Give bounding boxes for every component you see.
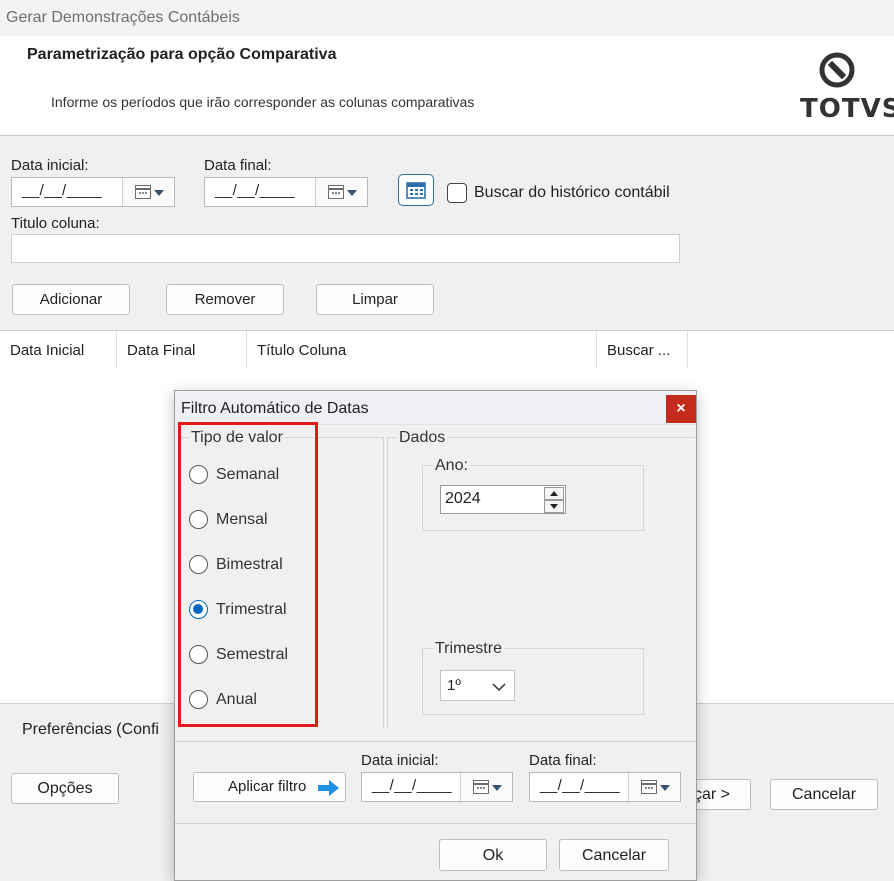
spin-down-button[interactable]	[544, 500, 564, 513]
spin-up-button[interactable]	[544, 487, 564, 500]
chevron-down-icon	[154, 190, 164, 196]
chevron-down-icon	[347, 190, 357, 196]
dialog-title: Filtro Automático de Datas	[175, 391, 696, 425]
chevron-down-icon	[492, 785, 502, 791]
dialog-end-date-dropdown[interactable]	[628, 773, 680, 801]
clear-button[interactable]: Limpar	[316, 284, 434, 315]
column-header-fetch[interactable]: Buscar ...	[597, 331, 688, 369]
dialog-end-date-mask: __/__/____	[540, 777, 621, 794]
calendar-icon	[135, 185, 151, 199]
calendar-icon	[328, 185, 344, 199]
history-checkbox[interactable]	[447, 183, 467, 203]
dialog-start-date-dropdown[interactable]	[460, 773, 512, 801]
dialog-cancel-button[interactable]: Cancelar	[559, 839, 669, 871]
year-label: Ano:	[433, 457, 470, 475]
header-title: Parametrização para opção Comparativa	[27, 46, 337, 63]
chevron-up-icon	[550, 491, 558, 496]
data-group-label: Dados	[397, 429, 448, 447]
calendar-icon	[406, 182, 426, 199]
dialog-start-date-label: Data inicial:	[361, 752, 439, 769]
ok-button[interactable]: Ok	[439, 839, 547, 871]
totvs-logo: TOTVS	[800, 52, 894, 124]
arrow-right-icon	[318, 780, 339, 796]
end-date-label: Data final:	[204, 157, 272, 174]
calendar-icon	[473, 780, 489, 794]
year-value: 2024	[445, 490, 481, 507]
end-date-input[interactable]: __/__/____	[204, 177, 368, 207]
auto-date-filter-button[interactable]	[398, 174, 434, 206]
cancel-button[interactable]: Cancelar	[770, 779, 878, 810]
column-title-input[interactable]	[11, 234, 680, 263]
quarter-label: Trimestre	[433, 640, 504, 658]
remove-button[interactable]: Remover	[166, 284, 284, 315]
end-date-mask: __/__/____	[215, 182, 296, 199]
history-checkbox-label: Buscar do histórico contábil	[474, 184, 670, 201]
column-header-start-date[interactable]: Data Inicial	[0, 331, 117, 369]
logo-text: TOTVS	[800, 94, 894, 124]
quarter-select[interactable]: 1º	[440, 670, 515, 701]
value-type-highlight	[178, 422, 318, 727]
window-title: Gerar Demonstrações Contábeis	[0, 0, 894, 36]
preferences-label: Preferências (Confi	[22, 721, 159, 738]
options-button[interactable]: Opções	[11, 773, 119, 804]
add-button[interactable]: Adicionar	[12, 284, 130, 315]
year-spinner[interactable]: 2024	[440, 485, 566, 514]
dialog-start-date-input[interactable]: __/__/____	[361, 772, 513, 802]
dialog-end-date-label: Data final:	[529, 752, 597, 769]
column-header-title[interactable]: Título Coluna	[247, 331, 597, 369]
apply-filter-label: Aplicar filtro	[228, 778, 307, 795]
column-title-label: Titulo coluna:	[11, 215, 100, 232]
column-header-end-date[interactable]: Data Final	[117, 331, 247, 369]
dialog-start-date-mask: __/__/____	[372, 777, 453, 794]
chevron-down-icon	[550, 504, 558, 509]
dialog-bottom-separator	[175, 823, 696, 824]
header-subtitle: Informe os períodos que irão corresponde…	[51, 94, 475, 110]
close-icon[interactable]: ×	[666, 395, 696, 423]
dialog-separator	[175, 741, 696, 742]
start-date-label: Data inicial:	[11, 157, 89, 174]
start-date-mask: __/__/____	[22, 182, 103, 199]
start-date-dropdown[interactable]	[122, 178, 174, 206]
end-date-dropdown[interactable]	[315, 178, 367, 206]
chevron-down-icon	[492, 683, 506, 692]
calendar-icon	[641, 780, 657, 794]
wizard-header: Parametrização para opção Comparativa In…	[0, 36, 894, 136]
dialog-end-date-input[interactable]: __/__/____	[529, 772, 681, 802]
quarter-value: 1º	[447, 677, 461, 694]
chevron-down-icon	[660, 785, 670, 791]
apply-filter-button[interactable]: Aplicar filtro	[193, 772, 346, 802]
start-date-input[interactable]: __/__/____	[11, 177, 175, 207]
